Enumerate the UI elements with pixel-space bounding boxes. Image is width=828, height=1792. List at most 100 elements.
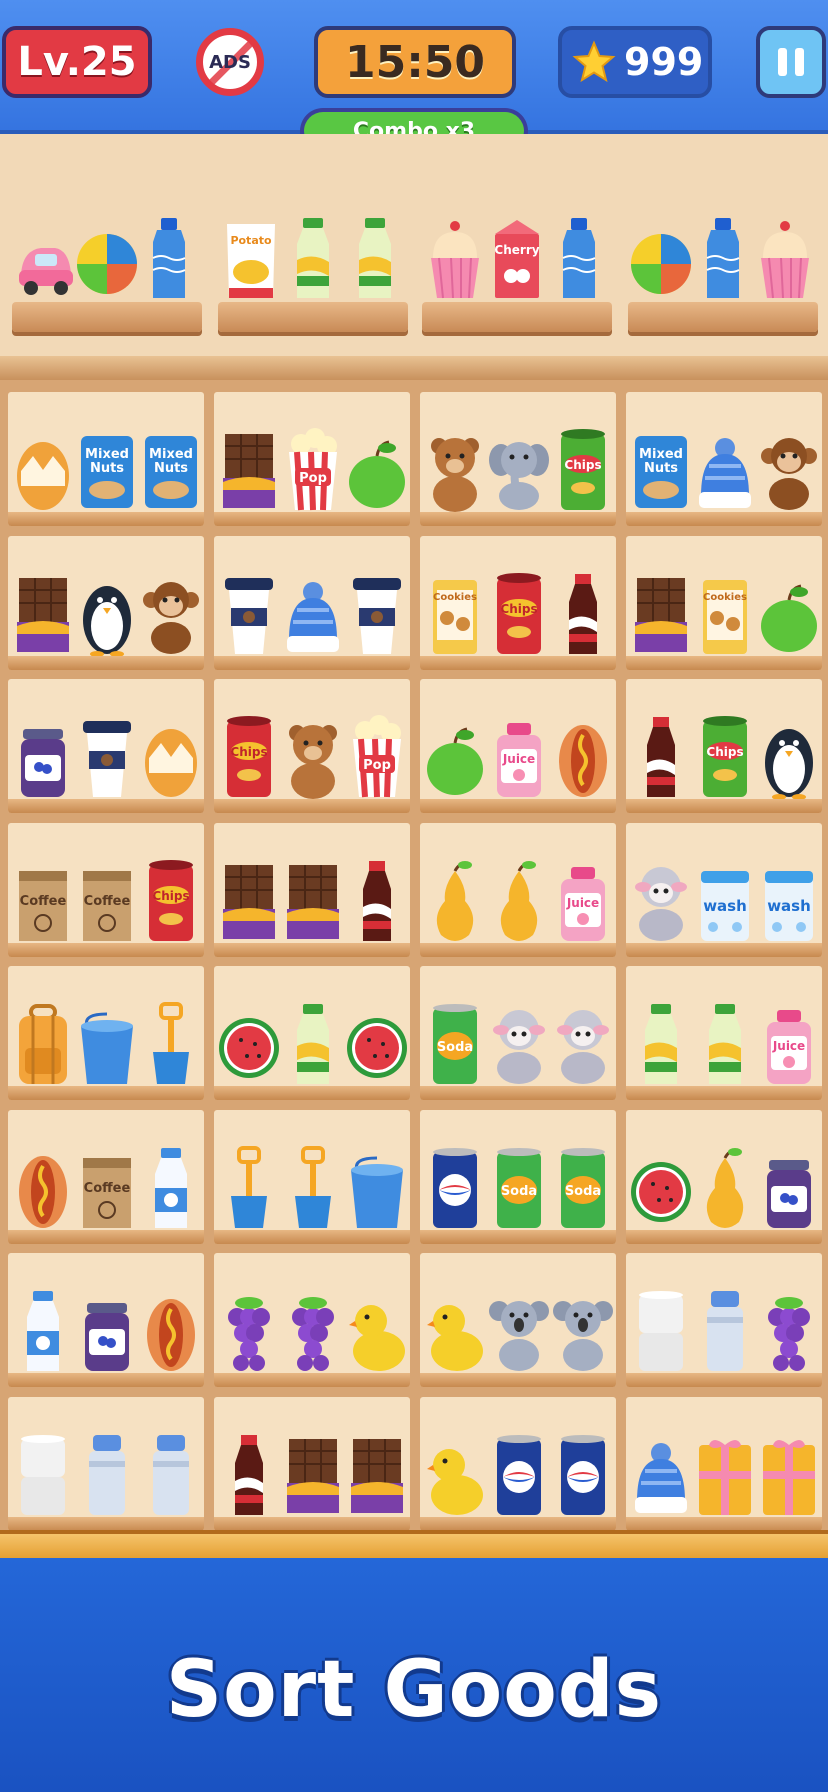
coffee-bag-icon[interactable]: Coffee [10, 855, 76, 945]
water-bottle-icon[interactable] [136, 212, 202, 302]
shovel-icon[interactable] [138, 998, 204, 1088]
cupcake-icon[interactable] [752, 212, 818, 302]
shelf-cell[interactable]: Chips [420, 392, 616, 526]
pepsi-can-icon[interactable] [486, 1429, 552, 1519]
pepsi-can-icon[interactable] [422, 1142, 488, 1232]
monkey-icon[interactable] [138, 568, 204, 658]
toilet-paper-icon[interactable] [628, 1285, 694, 1375]
shelf-cell[interactable] [214, 1253, 410, 1387]
chocolate-bar-icon[interactable] [280, 1429, 346, 1519]
shelf-cell[interactable] [214, 1109, 410, 1244]
juice-bottle-icon[interactable] [342, 212, 408, 302]
shelf-cell[interactable] [420, 1253, 616, 1387]
chips-can-green-icon[interactable]: Chips [550, 424, 616, 514]
koala-icon[interactable] [486, 1285, 552, 1375]
thermos-icon[interactable] [692, 1285, 758, 1375]
chocolate-bar-icon[interactable] [216, 424, 282, 514]
juice-jug-icon[interactable]: Juice [756, 998, 822, 1088]
rubber-duck-icon[interactable] [344, 1285, 410, 1375]
backpack-icon[interactable] [10, 998, 76, 1088]
teddy-bear-icon[interactable] [422, 424, 488, 514]
gift-box-icon[interactable] [756, 1429, 822, 1519]
chips-can-green-icon[interactable]: Chips [692, 711, 758, 801]
toilet-paper-icon[interactable] [10, 1429, 76, 1519]
coffee-cup-icon[interactable] [74, 711, 140, 801]
shelf-cell[interactable]: Mixed Nuts Mixed Nuts [8, 392, 204, 526]
koala-icon[interactable] [550, 1285, 616, 1375]
watermelon-icon[interactable] [216, 998, 282, 1088]
green-apple-icon[interactable] [344, 424, 410, 514]
shelf-cell[interactable] [8, 679, 204, 813]
coffee-cup-icon[interactable] [216, 568, 282, 658]
shelf-cell[interactable]: Soda Soda [420, 1109, 616, 1244]
popcorn-icon[interactable]: Pop [280, 424, 346, 514]
cherry-carton-icon[interactable]: Cherry [484, 212, 550, 302]
egg-icon[interactable] [10, 424, 76, 514]
shelf-cell[interactable] [8, 966, 204, 1100]
green-apple-icon[interactable] [422, 711, 488, 801]
bucket-icon[interactable] [74, 998, 140, 1088]
beanie-hat-icon[interactable] [280, 568, 346, 658]
milk-bottle-icon[interactable] [138, 1142, 204, 1232]
cookies-box-icon[interactable]: Cookies [692, 568, 758, 658]
remove-ads-button[interactable]: ADS [196, 28, 264, 96]
cola-bottle-icon[interactable] [550, 568, 616, 658]
thermos-icon[interactable] [138, 1429, 204, 1519]
chocolate-bar-icon[interactable] [280, 855, 346, 945]
shelf-cell[interactable] [8, 535, 204, 670]
milk-bottle-icon[interactable] [10, 1285, 76, 1375]
beach-ball-icon[interactable] [628, 212, 694, 302]
shelf-cell[interactable] [626, 1253, 822, 1387]
shelf-cell[interactable]: Chips Pop [214, 679, 410, 813]
grapes-icon[interactable] [216, 1285, 282, 1375]
shelf-cell[interactable] [8, 1253, 204, 1387]
jam-jar-icon[interactable] [10, 711, 76, 801]
beanie-hat-icon[interactable] [628, 1429, 694, 1519]
shelf-cell[interactable]: Coffee [8, 1109, 204, 1244]
elephant-icon[interactable] [486, 424, 552, 514]
beach-ball-icon[interactable] [74, 212, 140, 302]
bucket-icon[interactable] [344, 1142, 410, 1232]
shelf-cell[interactable]: Coffee Coffee Chips [8, 822, 204, 957]
jam-jar-icon[interactable] [74, 1285, 140, 1375]
juice-bottle-icon[interactable] [628, 998, 694, 1088]
hot-dog-icon[interactable] [10, 1142, 76, 1232]
pear-icon[interactable] [486, 855, 552, 945]
grapes-icon[interactable] [756, 1285, 822, 1375]
popcorn-icon[interactable]: Pop [344, 711, 410, 801]
watermelon-icon[interactable] [628, 1142, 694, 1232]
shelf-cell[interactable] [8, 1396, 204, 1531]
pear-icon[interactable] [422, 855, 488, 945]
beanie-hat-icon[interactable] [692, 424, 758, 514]
juice-jug-icon[interactable]: Juice [486, 711, 552, 801]
shelf-cell[interactable]: Juice [420, 679, 616, 813]
watermelon-icon[interactable] [344, 998, 410, 1088]
cola-bottle-icon[interactable] [628, 711, 694, 801]
thermos-icon[interactable] [74, 1429, 140, 1519]
shelf-cell[interactable] [626, 1396, 822, 1531]
gift-box-icon[interactable] [692, 1429, 758, 1519]
shelf-cell[interactable]: Chips [626, 679, 822, 813]
coffee-bag-icon[interactable]: Coffee [74, 1142, 140, 1232]
car-icon[interactable] [12, 212, 78, 302]
chocolate-bar-icon[interactable] [10, 568, 76, 658]
sheep-icon[interactable] [486, 998, 552, 1088]
shelf-cell[interactable] [214, 822, 410, 957]
chips-can-red-icon[interactable]: Chips [138, 855, 204, 945]
potato-chips-bag-icon[interactable]: Potato [218, 212, 284, 302]
juice-jug-icon[interactable]: Juice [550, 855, 616, 945]
mixed-nuts-icon[interactable]: Mixed Nuts [628, 424, 694, 514]
hot-dog-icon[interactable] [550, 711, 616, 801]
water-bottle-icon[interactable] [546, 212, 612, 302]
pepsi-can-icon[interactable] [550, 1429, 616, 1519]
shelf-cell[interactable] [420, 1396, 616, 1531]
shelf-cell[interactable]: Juice [420, 822, 616, 957]
coffee-cup-icon[interactable] [344, 568, 410, 658]
sheep-icon[interactable] [628, 855, 694, 945]
chocolate-bar-icon[interactable] [344, 1429, 410, 1519]
water-bottle-icon[interactable] [690, 212, 756, 302]
hot-dog-icon[interactable] [138, 1285, 204, 1375]
shelf-cell[interactable] [214, 535, 410, 670]
cola-bottle-icon[interactable] [216, 1429, 282, 1519]
cookies-box-icon[interactable]: Cookies [422, 568, 488, 658]
